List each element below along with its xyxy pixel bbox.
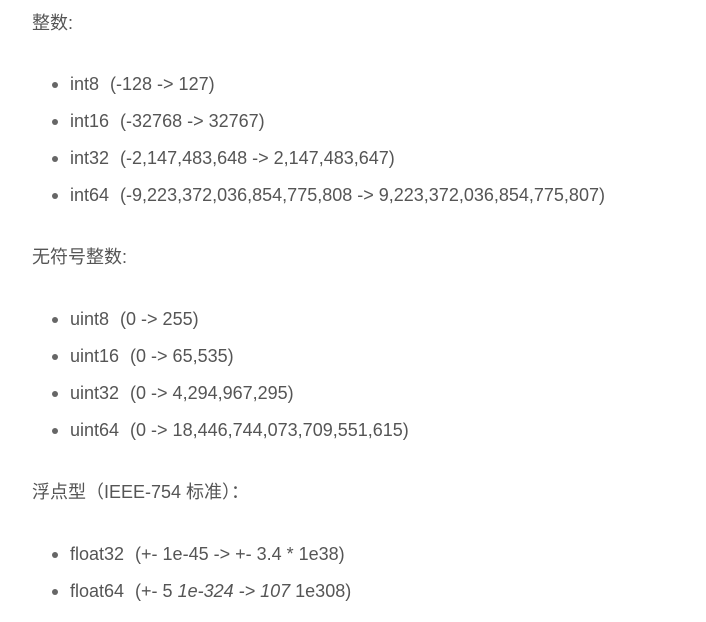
bullet-icon <box>52 82 58 88</box>
type-range: (-128 -> 127) <box>110 74 215 94</box>
type-range: (0 -> 255) <box>120 309 199 329</box>
type-range: (-32768 -> 32767) <box>120 111 265 131</box>
type-name: int64 <box>70 185 110 205</box>
list-item: int64 (-9,223,372,036,854,775,808 -> 9,22… <box>32 184 605 221</box>
bullet-icon <box>52 391 58 397</box>
signed-integers-list: int8 (-128 -> 127) int16 (-32768 -> 32767)… <box>32 73 605 221</box>
bullet-icon <box>52 354 58 360</box>
type-range: (0 -> 4,294,967,295) <box>130 383 294 403</box>
bullet-icon <box>52 317 58 323</box>
list-item: int8 (-128 -> 127) <box>32 73 605 110</box>
list-item: uint64 (0 -> 18,446,744,073,709,551,615) <box>32 419 409 456</box>
type-range-part: 1e308) <box>290 581 352 601</box>
unsigned-integers-heading: 无符号整数: <box>32 247 128 267</box>
type-name: int32 <box>70 148 110 168</box>
list-item: uint16 (0 -> 65,535) <box>32 345 409 382</box>
list-item: float64 (+- 5 1e-324 -> 107 1e308) <box>32 580 351 617</box>
unsigned-integers-list: uint8 (0 -> 255) uint16 (0 -> 65,535) uint… <box>32 308 409 456</box>
type-range: (-2,147,483,648 -> 2,147,483,647) <box>120 148 395 168</box>
type-name: uint16 <box>70 346 120 366</box>
list-item: uint32 (0 -> 4,294,967,295) <box>32 382 409 419</box>
bullet-icon <box>52 428 58 434</box>
bullet-icon <box>52 552 58 558</box>
list-item: uint8 (0 -> 255) <box>32 308 409 345</box>
type-name: uint32 <box>70 383 120 403</box>
type-name: int16 <box>70 111 110 131</box>
bullet-icon <box>52 193 58 199</box>
list-item: int32 (-2,147,483,648 -> 2,147,483,647) <box>32 147 605 184</box>
list-item: float32 (+- 1e-45 -> +- 3.4 * 1e38) <box>32 543 351 580</box>
type-range: (0 -> 65,535) <box>130 346 234 366</box>
floating-point-list: float32 (+- 1e-45 -> +- 3.4 * 1e38) float… <box>32 543 351 617</box>
list-item: int16 (-32768 -> 32767) <box>32 110 605 147</box>
type-name: uint8 <box>70 309 110 329</box>
bullet-icon <box>52 589 58 595</box>
type-range: (0 -> 18,446,744,073,709,551,615) <box>130 420 409 440</box>
type-range: (-9,223,372,036,854,775,808 -> 9,223,372… <box>120 185 605 205</box>
type-name: float32 <box>70 544 125 564</box>
floating-point-heading: 浮点型（IEEE-754 标准）： <box>32 482 250 502</box>
type-range: (+- 1e-45 -> +- 3.4 * 1e38) <box>135 544 345 564</box>
type-name: int8 <box>70 74 100 94</box>
type-range-part: (+- 5 <box>135 581 178 601</box>
type-name: float64 <box>70 581 125 601</box>
type-range-italic: 1e-324 -> 107 <box>177 581 291 601</box>
type-name: uint64 <box>70 420 120 440</box>
signed-integers-heading: 整数: <box>32 13 74 33</box>
bullet-icon <box>52 119 58 125</box>
bullet-icon <box>52 156 58 162</box>
